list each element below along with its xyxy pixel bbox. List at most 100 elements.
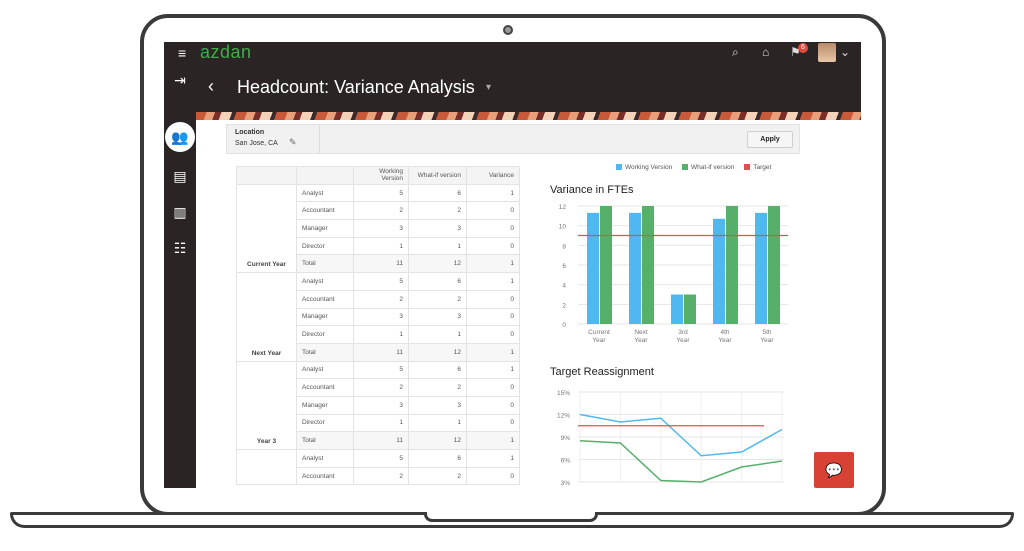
table-row: Current Year Analyst 5 6 1 xyxy=(236,183,520,274)
avatar[interactable] xyxy=(818,43,836,62)
edit-icon[interactable]: ✎ xyxy=(289,137,297,148)
bar xyxy=(587,212,599,324)
table-cell-variance[interactable]: 0 xyxy=(466,325,520,344)
table-cell-variance[interactable]: 0 xyxy=(466,378,520,397)
search-icon[interactable]: ⌕ xyxy=(732,45,739,60)
table-cell-whatif[interactable]: 12 xyxy=(408,342,467,362)
table-cell-whatif[interactable]: 2 xyxy=(408,378,467,397)
location-label: Location xyxy=(235,129,265,136)
table-cell-whatif[interactable]: 1 xyxy=(408,413,467,433)
table-cell-working[interactable]: 11 xyxy=(353,342,409,362)
table-cell-variance[interactable]: 0 xyxy=(466,466,520,486)
table-cell-working[interactable]: 5 xyxy=(353,183,409,203)
table-cell-role[interactable]: Analyst xyxy=(296,183,354,203)
table-cell-role[interactable]: Accountant xyxy=(296,466,354,486)
apply-button[interactable]: Apply xyxy=(747,131,793,148)
team-icon[interactable]: 👥 xyxy=(165,122,195,152)
x-tick-label: 4th xyxy=(720,329,729,336)
back-icon[interactable]: ‹ xyxy=(208,76,214,97)
finance-icon[interactable]: ▤ xyxy=(170,166,190,186)
bar xyxy=(755,212,767,324)
table-cell-role[interactable]: Analyst xyxy=(296,272,354,291)
table-cell-variance[interactable]: 1 xyxy=(466,254,520,274)
table-cell-whatif[interactable]: 2 xyxy=(408,201,467,221)
people-icon[interactable]: ▥ xyxy=(170,202,190,222)
chat-icon: 💬 xyxy=(825,462,843,478)
table-cell-whatif[interactable]: 6 xyxy=(408,183,467,203)
table-cell-working[interactable]: 3 xyxy=(353,219,409,238)
chat-button[interactable]: 💬 xyxy=(814,452,854,488)
table-cell-role[interactable]: Analyst xyxy=(296,360,354,380)
table-cell-whatif[interactable]: 3 xyxy=(408,219,467,238)
table-cell-working[interactable]: 2 xyxy=(353,466,409,486)
table-cell-whatif[interactable]: 1 xyxy=(408,325,467,344)
table-cell-role[interactable]: Director xyxy=(296,413,354,433)
table-cell-role[interactable]: Director xyxy=(296,325,354,344)
table-cell-role[interactable]: Total xyxy=(296,431,354,450)
table-cell-working[interactable]: 11 xyxy=(353,254,409,274)
table-cell-working[interactable]: 11 xyxy=(353,431,409,450)
home-icon[interactable]: ⌂ xyxy=(762,45,769,59)
table-cell-working[interactable]: 5 xyxy=(353,360,409,380)
table-cell-variance[interactable]: 1 xyxy=(466,449,520,468)
table-cell-working[interactable]: 3 xyxy=(353,395,409,415)
table-cell-variance[interactable]: 0 xyxy=(466,307,520,327)
y-tick-label: 8 xyxy=(562,243,566,250)
legend-working: Working Version xyxy=(625,164,673,171)
menu-icon[interactable]: ≡ xyxy=(178,45,186,61)
checklist-icon[interactable]: ☷ xyxy=(170,238,190,258)
table-cell-whatif[interactable]: 12 xyxy=(408,431,467,450)
bar xyxy=(684,294,696,324)
table-cell-whatif[interactable]: 6 xyxy=(408,272,467,291)
table-cell-whatif[interactable]: 3 xyxy=(408,395,467,415)
table-cell-whatif[interactable]: 1 xyxy=(408,236,467,256)
table-cell-working[interactable]: 2 xyxy=(353,201,409,221)
table-cell-whatif[interactable]: 6 xyxy=(408,360,467,380)
table-cell-variance[interactable]: 0 xyxy=(466,395,520,415)
table-cell-variance[interactable]: 1 xyxy=(466,183,520,203)
table-cell-variance[interactable]: 1 xyxy=(466,431,520,450)
title-dropdown-icon[interactable]: ▾ xyxy=(486,82,491,93)
table-cell-working[interactable]: 1 xyxy=(353,236,409,256)
table-cell-working[interactable]: 5 xyxy=(353,449,409,468)
table-cell-variance[interactable]: 0 xyxy=(466,413,520,433)
table-cell-variance[interactable]: 1 xyxy=(466,272,520,291)
table-cell-whatif[interactable]: 2 xyxy=(408,289,467,309)
table-cell-whatif[interactable]: 2 xyxy=(408,466,467,486)
row-group-label: Year 3 xyxy=(236,360,297,451)
table-cell-role[interactable]: Total xyxy=(296,254,354,274)
table-cell-whatif[interactable]: 12 xyxy=(408,254,467,274)
table-cell-working[interactable]: 3 xyxy=(353,307,409,327)
table-cell-working[interactable]: 1 xyxy=(353,325,409,344)
chevron-down-icon[interactable]: ⌄ xyxy=(840,45,850,59)
table-cell-variance[interactable]: 0 xyxy=(466,201,520,221)
table-cell-working[interactable]: 2 xyxy=(353,378,409,397)
table-cell-variance[interactable]: 1 xyxy=(466,360,520,380)
table-cell-whatif[interactable]: 6 xyxy=(408,449,467,468)
table-cell-working[interactable]: 2 xyxy=(353,289,409,309)
table-cell-variance[interactable]: 1 xyxy=(466,342,520,362)
table-cell-role[interactable]: Director xyxy=(296,236,354,256)
table-cell-working[interactable]: 5 xyxy=(353,272,409,291)
table-header: Variance xyxy=(466,166,520,185)
table-cell-role[interactable]: Analyst xyxy=(296,449,354,468)
table-cell-role[interactable]: Accountant xyxy=(296,289,354,309)
y-tick-label: 6% xyxy=(561,458,571,465)
table-cell-role[interactable]: Total xyxy=(296,342,354,362)
decorative-banner xyxy=(196,112,861,120)
table-cell-working[interactable]: 1 xyxy=(353,413,409,433)
table-cell-variance[interactable]: 0 xyxy=(466,236,520,256)
table-cell-role[interactable]: Manager xyxy=(296,219,354,238)
collapse-icon[interactable]: ⇥ xyxy=(170,70,190,90)
chart-legend: Working Version What-if version Target xyxy=(608,164,771,171)
bar xyxy=(726,206,738,324)
bar xyxy=(642,206,654,324)
table-cell-whatif[interactable]: 3 xyxy=(408,307,467,327)
table-cell-role[interactable]: Accountant xyxy=(296,378,354,397)
table-cell-role[interactable]: Manager xyxy=(296,395,354,415)
table-cell-variance[interactable]: 0 xyxy=(466,289,520,309)
table-cell-role[interactable]: Accountant xyxy=(296,201,354,221)
table-cell-variance[interactable]: 0 xyxy=(466,219,520,238)
y-tick-label: 0 xyxy=(562,322,566,329)
table-cell-role[interactable]: Manager xyxy=(296,307,354,327)
